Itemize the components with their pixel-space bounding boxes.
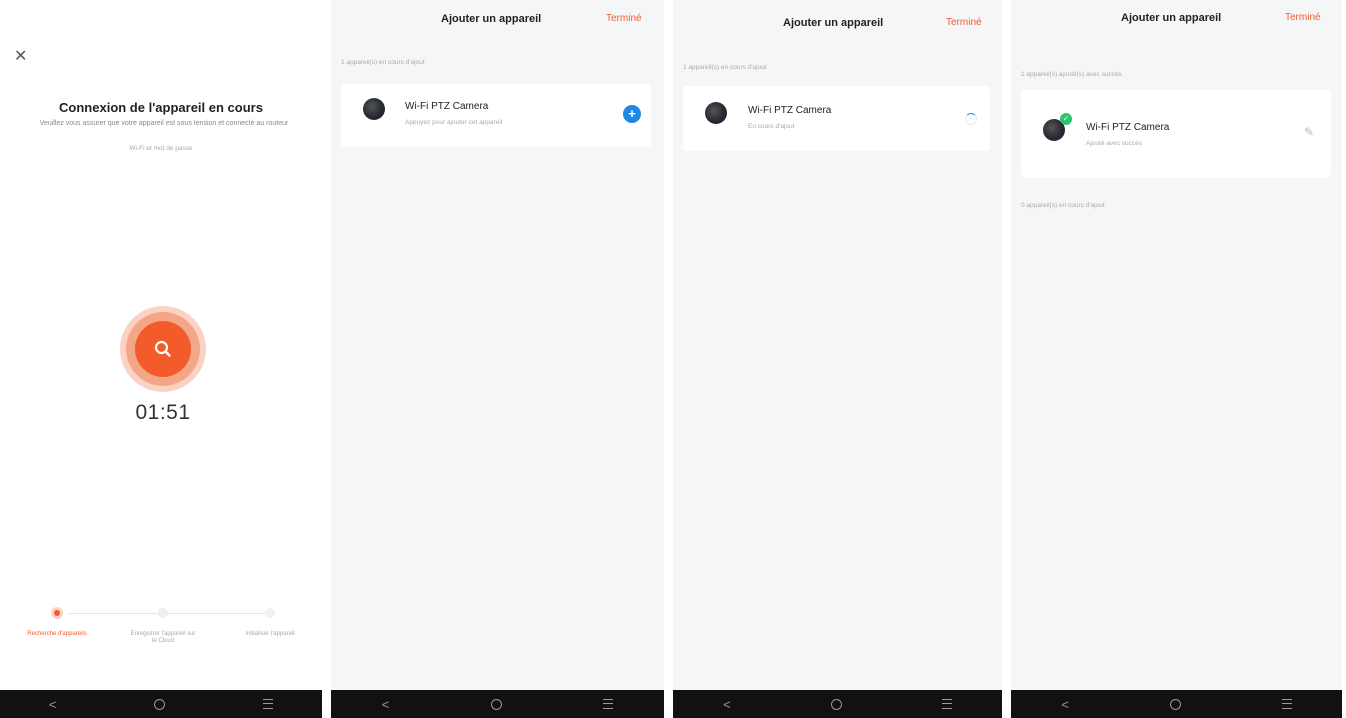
pencil-icon[interactable]: ✎: [1304, 125, 1314, 139]
close-icon[interactable]: ✕: [14, 46, 27, 66]
device-name: Wi-Fi PTZ Camera: [405, 101, 489, 112]
device-card[interactable]: Wi-Fi PTZ Camera En cours d'ajout: [683, 86, 990, 151]
system-navbar: <: [0, 690, 322, 718]
connection-subtitle: Wi-Fi et mot de passe: [129, 145, 193, 152]
step-3-indicator: [265, 608, 275, 618]
step-2-indicator: [158, 608, 168, 618]
recents-icon[interactable]: [941, 699, 952, 709]
page-title: Ajouter un appareil: [1121, 12, 1222, 24]
done-button[interactable]: Terminé: [606, 13, 642, 24]
progress-track: [68, 613, 268, 614]
section-label: 1 appareil(s) en cours d'ajout: [683, 64, 767, 71]
add-device-screen-success: Ajouter un appareil Terminé 1 appareil(s…: [1011, 0, 1342, 718]
step-1-indicator: [51, 607, 63, 619]
page-title: Connexion de l'appareil en cours: [59, 100, 263, 115]
system-navbar: <: [331, 690, 664, 718]
camera-icon: [363, 98, 385, 120]
connection-description: Veuillez vous assurer que votre appareil…: [39, 120, 289, 127]
search-icon: [135, 321, 191, 377]
page-title: Ajouter un appareil: [783, 17, 884, 29]
connecting-screen: ✕ Connexion de l'appareil en cours Veuil…: [0, 0, 322, 718]
page-title: Ajouter un appareil: [441, 13, 542, 25]
done-button[interactable]: Terminé: [946, 17, 982, 28]
camera-icon: [705, 102, 727, 124]
success-check-icon: ✓: [1060, 113, 1072, 125]
device-status: En cours d'ajout: [748, 123, 795, 130]
countdown-timer: 01:51: [135, 401, 191, 424]
section-label: 1 appareil(s) ajouté(s) avec succès: [1021, 71, 1122, 78]
add-device-button[interactable]: +: [623, 105, 641, 123]
step-3-label: Initialiser l'appareil: [245, 631, 295, 637]
home-icon[interactable]: [490, 698, 502, 710]
device-status: Appuyez pour ajouter cet appareil: [405, 119, 503, 126]
recents-icon[interactable]: [263, 699, 274, 709]
back-icon[interactable]: <: [49, 698, 57, 711]
recents-icon[interactable]: [1281, 699, 1292, 709]
device-card[interactable]: ✓ Wi-Fi PTZ Camera Ajouté avec succès ✎: [1021, 90, 1331, 178]
back-icon[interactable]: <: [1061, 698, 1069, 711]
section-label: 1 appareil(s) en cours d'ajout: [341, 59, 425, 66]
add-device-screen-found: Ajouter un appareil Terminé 1 appareil(s…: [331, 0, 664, 718]
step-1-label: Recherche d'appareils: [27, 631, 87, 637]
device-name: Wi-Fi PTZ Camera: [748, 105, 832, 116]
recents-icon[interactable]: [603, 699, 614, 709]
system-navbar: <: [673, 690, 1002, 718]
home-icon[interactable]: [1169, 698, 1181, 710]
step-2-label: Enregistrer l'appareil sur le Cloud: [130, 631, 196, 644]
device-card[interactable]: Wi-Fi PTZ Camera Appuyez pour ajouter ce…: [341, 84, 651, 147]
home-icon[interactable]: [830, 698, 842, 710]
system-navbar: <: [1011, 690, 1342, 718]
back-icon[interactable]: <: [723, 698, 731, 711]
back-icon[interactable]: <: [382, 698, 390, 711]
home-icon[interactable]: [154, 698, 166, 710]
add-device-screen-adding: Ajouter un appareil Terminé 1 appareil(s…: [673, 0, 1002, 718]
device-status: Ajouté avec succès: [1086, 140, 1143, 147]
done-button[interactable]: Terminé: [1285, 12, 1321, 23]
section-label-pending: 0 appareil(s) en cours d'ajout: [1021, 202, 1105, 209]
device-name: Wi-Fi PTZ Camera: [1086, 122, 1170, 133]
loading-spinner-icon: [965, 113, 977, 125]
